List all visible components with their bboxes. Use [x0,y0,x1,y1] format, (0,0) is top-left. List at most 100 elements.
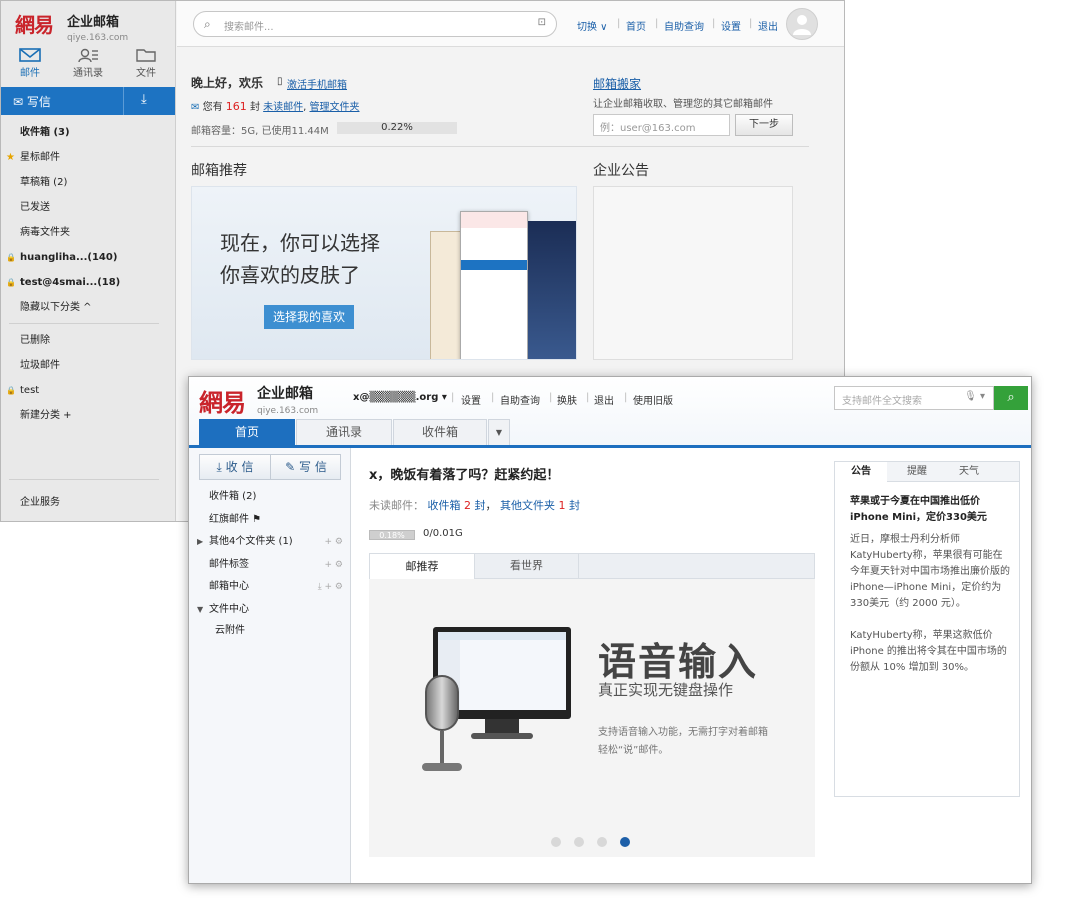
skin-thumbnail [528,221,576,359]
change-skin-link[interactable]: 换肤 [557,392,577,407]
carousel-dot[interactable] [620,837,630,847]
logo[interactable]: 網易 企业邮箱 qiye.163.com [199,383,318,418]
self-service-link[interactable]: 自助查询 [664,18,704,33]
lock-icon: 🔒 [6,253,16,262]
unread-other-link[interactable]: 其他文件夹 [500,499,555,512]
greeting: 晚上好，欢乐 [191,76,264,90]
logo-name: 企业邮箱 [257,386,313,402]
quota-bar: 0.18% [369,530,415,540]
home-link[interactable]: 首页 [626,18,646,33]
search-button[interactable]: ⌕ [994,386,1028,410]
folder-tools[interactable]: + ⚙ [325,531,343,553]
logo-domain: qiye.163.com [257,406,319,416]
folder-file-center[interactable]: ▼ 文件中心 [189,599,351,621]
new-category-button[interactable]: 新建分类 + [1,404,175,428]
skin-banner[interactable]: 现在，你可以选择 你喜欢的皮肤了 选择我的喜欢 [191,186,577,360]
receive-button[interactable]: ⤓ 收 信 [200,455,270,479]
news-title[interactable]: 苹果或于今夏在中国推出低价iPhone Mini，定价330美元 [850,494,1010,526]
logo-mark: 網易 [15,13,54,37]
folder-label: test [20,385,40,396]
folder-cloud-attachments[interactable]: 云附件 [189,620,351,642]
tab-world[interactable]: 看世界 [475,553,579,579]
folder-tools[interactable]: ⤓ + ⚙ [318,576,343,598]
promo-title: 语音输入 [598,640,759,684]
top-bar: ⌕ 搜索邮件... ⊡ 切换 ∨ | 首页 | 自助查询 | 设置 | 退出 [177,1,844,47]
carousel-dot[interactable] [574,837,584,847]
write-button[interactable]: ✎ 写 信 [271,455,341,479]
folder-sent[interactable]: 已发送 [1,196,175,220]
tab-home[interactable]: 首页 [199,419,295,445]
voice-input-promo[interactable]: 语音输入 真正实现无键盘操作 支持语音输入功能，无需打字对着邮箱轻松“说”邮件。 [369,579,815,857]
folder-drafts[interactable]: 草稿箱 (2) [1,171,175,195]
folder-deleted[interactable]: 已删除 [1,329,175,353]
receive-icon[interactable]: ⤓ [141,92,147,107]
activate-mobile-link[interactable]: 激活手机邮箱 [287,76,347,91]
account-menu[interactable]: x@▒▒▒▒▒▒.org ▾ [353,392,447,403]
carousel-dot[interactable] [551,837,561,847]
tab-files[interactable]: 文件 [117,45,175,85]
choose-skin-button[interactable]: 选择我的喜欢 [264,305,354,329]
tab-contacts[interactable]: 通讯录 [296,419,392,445]
migrate-link[interactable]: 邮箱搬家 [593,75,641,92]
settings-link[interactable]: 设置 [461,392,481,407]
search-input[interactable]: 支持邮件全文搜索 🎙 ▾ [834,386,994,410]
enterprise-service-link[interactable]: 企业服务 [1,491,175,515]
folder-labels[interactable]: 邮件标签 + ⚙ [189,554,351,576]
hide-categories-toggle[interactable]: 隐藏以下分类 ^ [1,296,175,320]
tab-inbox[interactable]: 收件箱 [393,419,487,445]
carousel-dot[interactable] [597,837,607,847]
settings-link[interactable]: 设置 [721,18,741,33]
folder-label: 已发送 [20,202,50,213]
folder-flagged[interactable]: 红旗邮件 ⚑ [189,509,351,531]
folder-mail-center[interactable]: 邮箱中心 ⤓ + ⚙ [189,576,351,598]
manage-folders-link[interactable]: 管理文件夹 [310,102,360,113]
tab-announcement[interactable]: 公告 [835,462,887,482]
self-service-link[interactable]: 自助查询 [500,392,540,407]
main-panel: x，晚饭有着落了吗？赶紧约起！ 未读邮件： 收件箱 2 封， 其他文件夹 1 封… [352,448,832,883]
monitor-base [471,733,533,739]
header: 網易 企业邮箱 qiye.163.com x@▒▒▒▒▒▒.org ▾ | 设置… [189,377,1031,445]
user-icon [793,15,811,35]
folder-inbox[interactable]: 收件箱 (3) [1,121,175,145]
expand-icon[interactable]: ▶ [197,531,203,553]
folder-label: 邮件标签 [209,559,249,570]
tab-weather[interactable]: 天气 [943,462,995,482]
scan-icon[interactable]: ⊡ [538,17,546,28]
tab-dropdown-button[interactable]: ▼ [488,419,510,445]
logout-link[interactable]: 退出 [594,392,614,407]
folder-huangliha[interactable]: 🔒 huangliha...(140) [1,246,175,270]
folder-test[interactable]: 🔒 test [1,379,175,403]
content-tabs: 邮推荐 看世界 [369,553,815,579]
collapse-icon[interactable]: ▼ [197,599,203,621]
tab-reminder[interactable]: 提醒 [891,462,943,482]
unread-inbox-link[interactable]: 收件箱 [428,499,461,512]
tab-mail[interactable]: 邮件 [1,45,59,85]
banner-text: 现在，你可以选择 你喜欢的皮肤了 [220,227,380,291]
switch-link[interactable]: 切换 ∨ [577,18,608,33]
logout-link[interactable]: 退出 [758,18,778,33]
logo[interactable]: 網易 企业邮箱 qiye.163.com [15,9,165,43]
folder-test-4smai[interactable]: 🔒 test@4smai...(18) [1,271,175,295]
unread-link[interactable]: 未读邮件 [263,102,303,113]
microphone-icon[interactable]: 🎙 ▾ [964,391,985,402]
compose-button[interactable]: ✉ 写信 [13,93,51,110]
news-paragraph: KatyHuberty称，苹果这款低价iPhone 的推出将令其在中国市场的份额… [850,630,1007,673]
avatar[interactable] [786,8,818,40]
folder-starred[interactable]: ★ 星标邮件 [1,146,175,170]
unread-label: 未读邮件： [369,499,424,512]
folder-tools[interactable]: + ⚙ [325,554,343,576]
folder-other[interactable]: ▶ 其他4个文件夹 (1) + ⚙ [189,531,351,553]
capacity-text: 邮箱容量：5G, 已使用11.44M [191,126,329,137]
folder-virus[interactable]: 病毒文件夹 [1,221,175,245]
folder-inbox[interactable]: 收件箱 (2) [189,486,351,508]
migrate-next-button[interactable]: 下一步 [735,114,793,136]
search-input[interactable]: ⌕ 搜索邮件... ⊡ [193,11,557,37]
compose-bar: ✉ 写信 ⤓ [1,87,175,115]
tab-recommend[interactable]: 邮推荐 [369,553,475,579]
tab-contacts[interactable]: 通讯录 [59,45,117,85]
migrate-desc: 让企业邮箱收取、管理您的其它邮箱邮件 [593,99,773,110]
old-version-link[interactable]: 使用旧版 [633,392,673,407]
sidebar: 網易 企业邮箱 qiye.163.com 邮件 通讯录 文件 ✉ 写信 ⤓ 收件… [1,1,176,521]
folder-spam[interactable]: 垃圾邮件 [1,354,175,378]
migrate-email-input[interactable]: 例：user@163.com [593,114,730,136]
